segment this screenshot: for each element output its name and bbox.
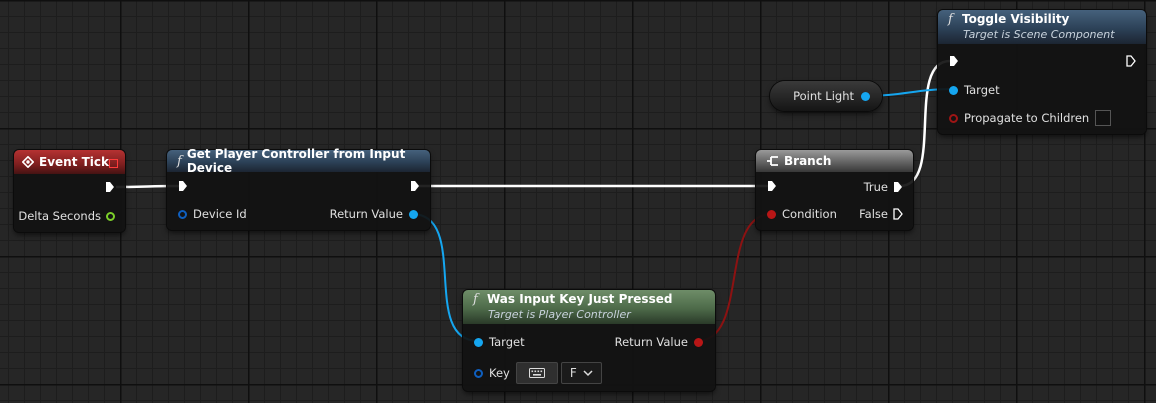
exec-pin-icon[interactable] (105, 181, 115, 193)
event-tick-header[interactable]: Event Tick (14, 150, 125, 174)
object-pin-icon[interactable] (474, 337, 483, 347)
device-id-pin[interactable]: Device Id (178, 207, 247, 221)
key-label: Key (489, 366, 510, 380)
propagate-to-children-pin[interactable]: Propagate to Children (949, 110, 1112, 126)
get-pc-exec-out[interactable] (410, 180, 420, 192)
branch-false-pin[interactable]: False (859, 207, 903, 221)
toggle-exec-in[interactable] (949, 55, 959, 67)
branch-true-pin[interactable]: True (864, 180, 903, 194)
get-player-controller-title: Get Player Controller from Input Device (186, 147, 406, 175)
get-pc-return-value-pin[interactable]: Return Value (330, 207, 418, 221)
return-value-label: Return Value (329, 207, 403, 221)
branch-exec-in[interactable] (767, 180, 777, 192)
device-id-label: Device Id (193, 207, 247, 221)
bool-pin-icon[interactable] (949, 113, 958, 123)
get-player-controller-node[interactable]: f Get Player Controller from Input Devic… (167, 147, 430, 230)
toggle-visibility-header[interactable]: f Toggle Visibility Target is Scene Comp… (938, 10, 1146, 44)
key-value: F (569, 366, 577, 380)
function-icon: f (948, 12, 953, 27)
return-value-label: Return Value (614, 335, 688, 349)
branch-node[interactable]: Branch True Condition False (756, 150, 913, 230)
chevron-down-icon (583, 369, 593, 376)
toggle-exec-out[interactable] (1126, 55, 1136, 67)
false-label: False (859, 207, 888, 221)
target-label: Target (964, 83, 1000, 97)
point-light-variable-node[interactable]: Point Light (770, 81, 882, 111)
event-tick-node[interactable]: Event Tick Delta Seconds (14, 150, 125, 232)
struct-pin-icon[interactable] (474, 368, 483, 378)
delta-seconds-label: Delta Seconds (18, 209, 101, 223)
keyboard-icon (528, 368, 545, 378)
propagate-checkbox[interactable] (1095, 110, 1112, 126)
bool-pin-icon[interactable] (767, 209, 776, 219)
propagate-label: Propagate to Children (964, 111, 1090, 125)
exec-pin-icon[interactable] (1126, 55, 1136, 67)
true-label: True (863, 180, 888, 194)
struct-pin-icon[interactable] (178, 209, 187, 219)
toggle-visibility-title: Toggle Visibility (962, 12, 1070, 26)
toggle-target-pin[interactable]: Target (949, 83, 1000, 97)
exec-pin-icon[interactable] (767, 180, 777, 192)
was-input-key-header[interactable]: f Was Input Key Just Pressed Target is P… (463, 290, 715, 324)
was-input-key-target-pin[interactable]: Target (474, 335, 525, 349)
exec-pin-icon[interactable] (893, 208, 903, 220)
was-input-key-return-pin[interactable]: Return Value (615, 335, 703, 349)
key-dropdown[interactable]: F (560, 362, 602, 384)
object-pin-icon[interactable] (861, 91, 870, 101)
function-icon: f (177, 153, 182, 169)
exec-pin-icon[interactable] (178, 180, 188, 192)
key-pin[interactable]: Key F (474, 362, 602, 384)
event-tick-exec-out[interactable] (105, 181, 115, 193)
branch-icon (766, 155, 779, 167)
exec-pin-icon[interactable] (893, 181, 903, 193)
exec-pin-icon[interactable] (410, 180, 420, 192)
object-pin-icon[interactable] (409, 209, 418, 219)
object-pin-icon[interactable] (949, 85, 958, 95)
get-player-controller-header[interactable]: f Get Player Controller from Input Devic… (167, 147, 430, 175)
was-input-key-just-pressed-node[interactable]: f Was Input Key Just Pressed Target is P… (463, 290, 715, 391)
function-icon: f (473, 292, 478, 307)
branch-title: Branch (784, 154, 832, 168)
delta-seconds-pin[interactable]: Delta Seconds (18, 209, 115, 223)
bool-pin-icon[interactable] (694, 337, 703, 347)
event-diamond-icon (22, 156, 34, 168)
event-tick-title: Event Tick (39, 155, 110, 169)
condition-label: Condition (782, 207, 837, 221)
exec-pin-icon[interactable] (949, 55, 959, 67)
get-pc-exec-in[interactable] (178, 180, 188, 192)
point-light-label: Point Light (793, 89, 854, 103)
toggle-visibility-subtitle: Target is Scene Component (963, 28, 1115, 41)
branch-condition-pin[interactable]: Condition (767, 207, 837, 221)
branch-header[interactable]: Branch (756, 150, 913, 172)
was-input-key-title: Was Input Key Just Pressed (487, 292, 673, 306)
float-pin-icon[interactable] (106, 211, 115, 221)
keyboard-button[interactable] (515, 362, 558, 384)
delegate-pin-icon[interactable] (109, 159, 118, 168)
was-input-key-subtitle: Target is Player Controller (488, 308, 631, 321)
target-label: Target (489, 335, 525, 349)
toggle-visibility-node[interactable]: f Toggle Visibility Target is Scene Comp… (938, 10, 1146, 134)
